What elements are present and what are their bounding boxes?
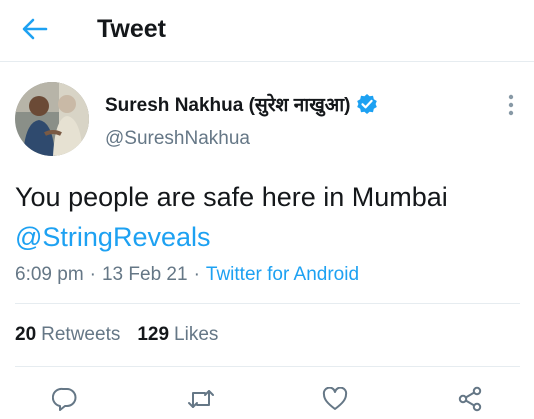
author-name-row[interactable]: Suresh Nakhua (सुरेश नाखुआ): [105, 91, 378, 117]
retweet-icon: [188, 390, 214, 408]
retweet-button[interactable]: [186, 384, 216, 414]
mention-link[interactable]: @StringReveals: [15, 217, 525, 257]
verified-badge-icon: [356, 93, 378, 115]
tweet-stats: 20 Retweets 129 Likes: [15, 320, 218, 350]
meta-separator: ·: [89, 264, 96, 285]
tweet-actions: [0, 378, 534, 419]
tweet-source-link[interactable]: Twitter for Android: [206, 264, 359, 286]
retweets-stat[interactable]: 20 Retweets: [15, 324, 120, 346]
author-display-name[interactable]: Suresh Nakhua (सुरेश नाखुआ): [105, 91, 351, 117]
reply-icon: [52, 387, 77, 411]
top-app-bar: Tweet: [0, 0, 534, 62]
author-handle[interactable]: @SureshNakhua: [105, 126, 250, 152]
tweet-body: You people are safe here in Mumbai @Stri…: [15, 177, 525, 257]
retweets-label: Retweets: [41, 324, 121, 345]
like-icon: [322, 387, 348, 410]
back-button[interactable]: [20, 14, 50, 44]
more-options-button[interactable]: [500, 92, 522, 118]
more-vertical-icon: [508, 94, 514, 116]
likes-stat[interactable]: 129 Likes: [137, 324, 218, 346]
divider: [15, 303, 520, 304]
tweet-time: 6:09 pm: [15, 264, 84, 285]
meta-separator: ·: [193, 264, 200, 285]
likes-label: Likes: [174, 324, 219, 345]
share-button[interactable]: [455, 384, 485, 414]
page-title: Tweet: [97, 15, 166, 43]
tweet-meta: 6:09 pm · 13 Feb 21 · Twitter for Androi…: [15, 260, 359, 290]
avatar[interactable]: [15, 82, 89, 156]
arrow-left-icon: [22, 18, 48, 40]
tweet-text: You people are safe here in Mumbai: [15, 182, 448, 212]
likes-count: 129: [137, 324, 170, 345]
reply-button[interactable]: [50, 384, 80, 414]
divider: [15, 366, 520, 367]
share-icon: [458, 386, 482, 412]
like-button[interactable]: [320, 384, 350, 414]
tweet-date: 13 Feb 21: [101, 264, 188, 285]
retweets-count: 20: [15, 324, 37, 345]
